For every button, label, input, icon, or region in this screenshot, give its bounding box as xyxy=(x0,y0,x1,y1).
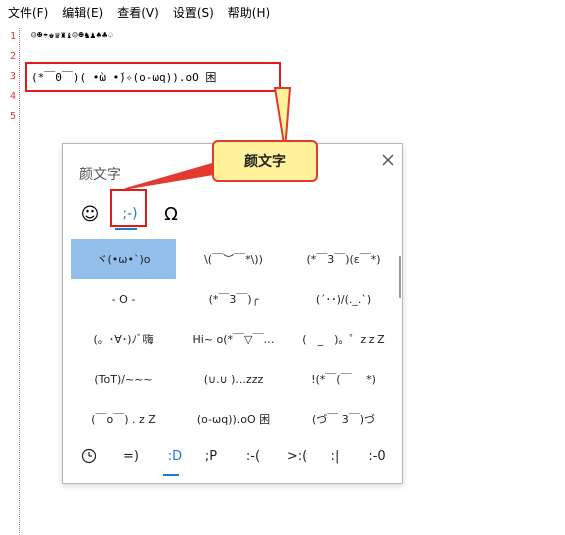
line-number: 3 xyxy=(10,71,17,82)
menu-edit[interactable]: 编辑(E) xyxy=(62,4,103,21)
kaomoji-item[interactable]: (´･･)/(._.`) xyxy=(291,279,396,319)
kaomoji-item[interactable]: Hi~ o(*￣▽￣… xyxy=(181,319,286,359)
editor-line-1[interactable]: ☺☻☂♚♛♜♝☺☻♞♟♠♣♤ xyxy=(31,31,114,41)
tab-symbols[interactable]: Ω xyxy=(159,202,183,226)
kaomoji-item[interactable]: (￣o￣) . z Z xyxy=(71,399,176,439)
annotation-tab-box xyxy=(110,189,147,227)
line-number: 4 xyxy=(10,91,17,102)
callout-label: 颜文字 xyxy=(212,140,318,182)
line-number: 5 xyxy=(10,111,17,122)
kaomoji-item[interactable]: !(*￣(￣ *) xyxy=(291,359,396,399)
kaomoji-item[interactable]: (づ￣ 3￣)づ xyxy=(291,399,396,439)
tab-category[interactable]: >:( xyxy=(283,444,311,468)
kaomoji-panel: 颜文字 ☺ ;-) Ω ヾ(•ω•`)o \(￣︶￣*\)) (*￣3￣)(ε￣… xyxy=(62,143,403,484)
active-tab-indicator xyxy=(115,228,137,230)
omega-icon: Ω xyxy=(164,203,178,225)
line-number: 1 xyxy=(10,31,17,42)
active-category-indicator xyxy=(163,474,179,476)
menu-bar: 文件(F) 编辑(E) 查看(V) 设置(S) 帮助(H) xyxy=(0,0,565,24)
category-bar: =) :D ;P :-( >:( :| :-0 xyxy=(71,444,397,468)
kaomoji-item[interactable]: (ToT)/~~~ xyxy=(71,359,176,399)
kaomoji-item[interactable]: (*￣3￣)(ε￣*) xyxy=(291,239,396,279)
panel-title: 颜文字 xyxy=(79,167,121,183)
annotation-highlight-box xyxy=(25,62,281,92)
menu-view[interactable]: 查看(V) xyxy=(117,4,159,21)
menu-file[interactable]: 文件(F) xyxy=(8,4,48,21)
tab-emoji[interactable]: ☺ xyxy=(77,202,103,226)
kaomoji-item[interactable]: ヾ(•ω•`)o xyxy=(71,239,176,279)
kaomoji-item[interactable]: (∪.∪ )...zzz xyxy=(181,359,286,399)
kaomoji-item[interactable]: - O - xyxy=(71,279,176,319)
line-number: 2 xyxy=(10,51,17,62)
tab-category[interactable]: :-0 xyxy=(363,444,391,468)
clock-icon xyxy=(81,448,97,464)
menu-settings[interactable]: 设置(S) xyxy=(173,4,214,21)
tab-category-active[interactable]: :D xyxy=(163,444,187,468)
tab-category[interactable]: ;P xyxy=(199,444,223,468)
tab-category[interactable]: =) xyxy=(119,444,143,468)
tab-recent[interactable] xyxy=(77,444,101,468)
tab-category[interactable]: :| xyxy=(323,444,347,468)
kaomoji-item[interactable]: \(￣︶￣*\)) xyxy=(181,239,286,279)
kaomoji-item[interactable]: (o-ωq)).oO 困 xyxy=(181,399,286,439)
kaomoji-item[interactable]: (。･∀･)ﾉﾞ嗨 xyxy=(71,319,176,359)
kaomoji-item[interactable]: (*￣3￣)╭ xyxy=(181,279,286,319)
close-icon[interactable] xyxy=(379,151,397,169)
smiley-icon: ☺ xyxy=(80,203,100,225)
scrollbar-thumb[interactable] xyxy=(399,256,401,298)
menu-help[interactable]: 帮助(H) xyxy=(228,4,270,21)
tab-category[interactable]: :-( xyxy=(239,444,267,468)
kaomoji-item[interactable]: ( _ )。゜zｚZ xyxy=(291,319,396,359)
gutter-divider xyxy=(19,28,20,533)
